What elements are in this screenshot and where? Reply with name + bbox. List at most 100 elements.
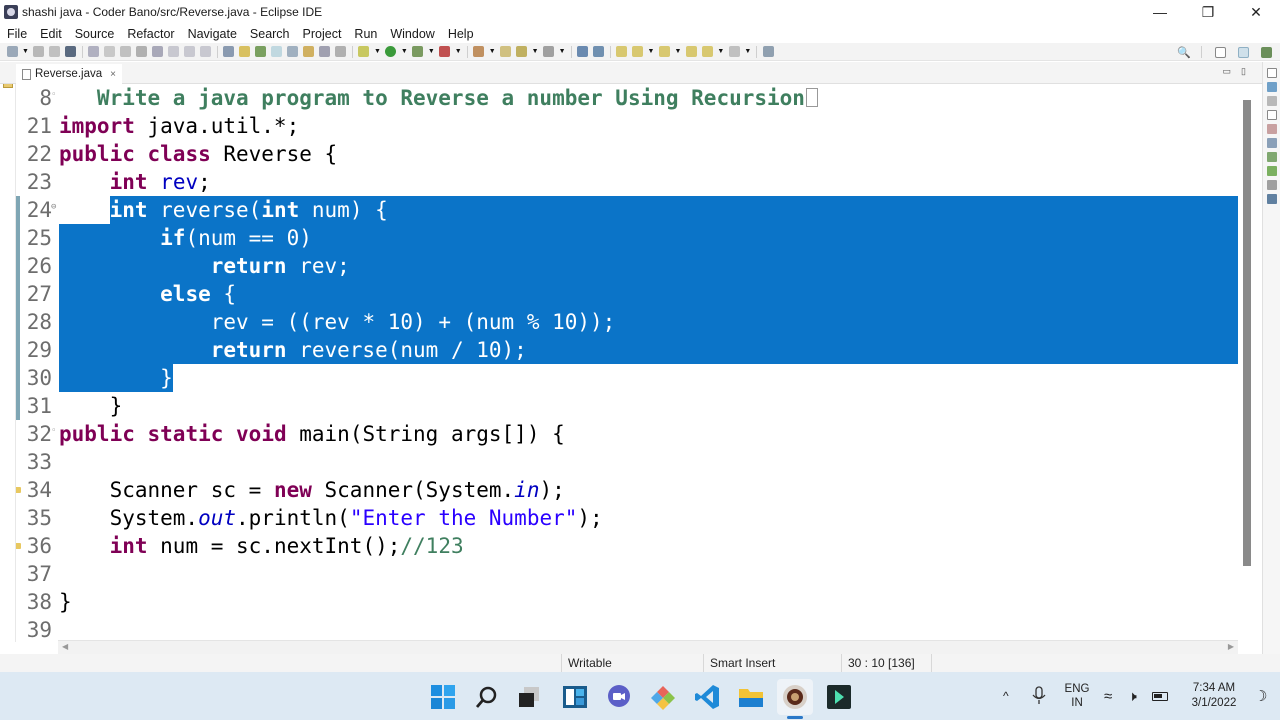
code-line[interactable]: 25 if(num == 0) — [16, 224, 1238, 252]
menu-source[interactable]: Source — [68, 27, 121, 41]
code-editor[interactable]: 8 ◦ Write a java program to Reverse a num… — [16, 84, 1238, 640]
widgets-icon[interactable] — [562, 684, 588, 710]
open-perspective-icon[interactable] — [1214, 46, 1226, 58]
mark-occurrences-icon[interactable] — [271, 46, 283, 57]
code-line[interactable]: 37 — [16, 560, 1238, 588]
save-all-icon[interactable] — [49, 46, 61, 57]
task-view-icon[interactable] — [516, 684, 542, 710]
dropdown-arrow-icon[interactable]: ▼ — [22, 48, 29, 55]
teams-chat-icon[interactable] — [606, 684, 632, 710]
menu-project[interactable]: Project — [296, 27, 348, 41]
close-tab-icon[interactable]: × — [110, 69, 116, 80]
step-return-icon[interactable] — [200, 46, 212, 57]
scroll-left-icon[interactable]: ◀ — [62, 642, 68, 651]
new-icon[interactable] — [6, 46, 18, 57]
clock[interactable]: 7:34 AM 3/1/2022 — [1184, 681, 1244, 711]
dropdown-arrow-icon[interactable]: ▼ — [744, 48, 751, 55]
scroll-right-icon[interactable]: ▶ — [1228, 642, 1234, 651]
search-icon[interactable] — [474, 684, 500, 710]
code-line[interactable]: 30 } — [16, 364, 1238, 392]
horizontal-scrollbar[interactable]: ◀ ▶ — [58, 640, 1238, 654]
toggle-block-icon[interactable] — [303, 46, 315, 57]
wifi-icon[interactable]: ≈ — [1104, 672, 1112, 720]
dropdown-arrow-icon[interactable]: ▼ — [428, 48, 435, 55]
code-line[interactable]: 28 rev = ((rev * 10) + (num % 10)); — [16, 308, 1238, 336]
debug-icon[interactable] — [358, 46, 370, 57]
paragraph-icon[interactable] — [335, 46, 347, 57]
code-line[interactable]: 27 else { — [16, 280, 1238, 308]
code-line[interactable]: 34 Scanner sc = new Scanner(System.in); — [16, 476, 1238, 504]
progress-icon[interactable] — [1266, 194, 1277, 204]
vertical-scrollbar-thumb[interactable] — [1243, 100, 1251, 566]
code-line[interactable]: 36 int num = sc.nextInt();//123 — [16, 532, 1238, 560]
fold-toggle-icon[interactable]: ◦ — [51, 417, 56, 445]
toggle-comment-icon[interactable] — [223, 46, 235, 57]
dropdown-arrow-icon[interactable]: ▼ — [559, 48, 566, 55]
skip-breakpoints-icon[interactable] — [88, 46, 100, 57]
search-view-icon[interactable] — [1266, 166, 1277, 176]
run-icon[interactable] — [385, 46, 397, 57]
vscode-icon[interactable] — [694, 684, 720, 710]
restore-icon-2[interactable] — [1266, 110, 1277, 120]
new-package-icon[interactable] — [500, 46, 512, 57]
dropdown-arrow-icon[interactable]: ▼ — [489, 48, 496, 55]
step-into-icon[interactable] — [168, 46, 180, 57]
open-perspective-icon[interactable] — [762, 46, 774, 57]
code-line[interactable]: 39 — [16, 616, 1238, 640]
dropdown-arrow-icon[interactable]: ▼ — [374, 48, 381, 55]
dropdown-arrow-icon[interactable]: ▼ — [648, 48, 655, 55]
language-indicator[interactable]: ENG IN — [1062, 682, 1092, 710]
code-line[interactable]: 21 import java.util.*; — [16, 112, 1238, 140]
format-icon[interactable] — [239, 46, 251, 57]
declaration-icon[interactable] — [1266, 152, 1277, 162]
tray-overflow-chevron[interactable]: ^ — [1003, 672, 1009, 720]
minimize-button[interactable]: — — [1136, 0, 1184, 24]
menu-window[interactable]: Window — [383, 27, 440, 41]
forward-icon[interactable] — [685, 46, 697, 57]
restore-icon[interactable] — [1266, 68, 1277, 78]
run-coverage-icon[interactable] — [412, 46, 424, 57]
console-icon[interactable] — [1266, 180, 1277, 190]
code-line[interactable]: 24 ⊖ int reverse(int num) { — [16, 196, 1238, 224]
resume-icon[interactable] — [104, 46, 116, 57]
status-cursor-position[interactable]: 30 : 10 [136] — [841, 654, 931, 672]
menu-search[interactable]: Search — [243, 27, 296, 41]
menu-edit[interactable]: Edit — [33, 27, 68, 41]
new-class-icon[interactable] — [516, 46, 528, 57]
code-line[interactable]: 8 ◦ Write a java program to Reverse a num… — [16, 84, 1238, 112]
external-tools-icon[interactable] — [439, 46, 451, 57]
highlight-icon[interactable] — [287, 46, 299, 57]
last-edit-icon[interactable] — [701, 46, 713, 57]
warning-marker-icon[interactable] — [16, 487, 21, 493]
dropdown-arrow-icon[interactable]: ▼ — [401, 48, 408, 55]
tab-reverse-java[interactable]: Reverse.java × — [16, 64, 122, 84]
start-icon[interactable] — [430, 684, 456, 710]
fold-toggle-icon[interactable]: ⊖ — [51, 193, 56, 221]
minimize-editor-icon[interactable]: ▭ — [1223, 66, 1232, 77]
maximize-editor-icon[interactable]: ▯ — [1241, 66, 1246, 77]
debug-perspective-icon[interactable] — [1260, 46, 1272, 58]
code-line[interactable]: 23 int rev; — [16, 168, 1238, 196]
terminal-icon[interactable] — [65, 46, 77, 57]
volume-icon[interactable]: 🕨 — [1128, 672, 1137, 720]
code-line[interactable]: 32 ◦ public static void main(String args[]… — [16, 420, 1238, 448]
code-line[interactable]: 31 } — [16, 392, 1238, 420]
filmora-icon[interactable] — [826, 684, 852, 710]
prev-annotation-icon[interactable] — [632, 46, 643, 57]
menu-help[interactable]: Help — [441, 27, 480, 41]
code-line[interactable]: 33 — [16, 448, 1238, 476]
show-whitespace-icon[interactable] — [319, 46, 331, 57]
menu-run[interactable]: Run — [347, 27, 383, 41]
maximize-button[interactable]: ❐ — [1184, 0, 1232, 24]
suspend-icon[interactable] — [120, 46, 132, 57]
collapsed-comment-box[interactable] — [805, 88, 818, 107]
code-line[interactable]: 29 return reverse(num / 10); — [16, 336, 1238, 364]
notifications-moon-icon[interactable]: ☽ — [1254, 672, 1267, 720]
java-perspective-icon[interactable] — [1237, 46, 1249, 58]
dropdown-arrow-icon[interactable]: ▼ — [717, 48, 724, 55]
pin-icon[interactable] — [728, 46, 740, 57]
javadoc-icon[interactable] — [1266, 138, 1277, 148]
code-line[interactable]: 26 return rev; — [16, 252, 1238, 280]
code-line[interactable]: 22 public class Reverse { — [16, 140, 1238, 168]
warning-marker-icon[interactable] — [16, 543, 21, 549]
